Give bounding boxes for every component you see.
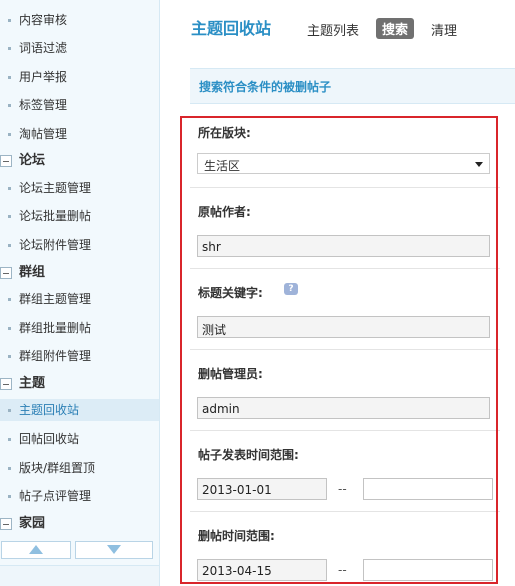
- bullet-icon: [8, 19, 11, 22]
- sidebar-footer: [0, 565, 159, 586]
- collapse-icon[interactable]: [0, 267, 12, 279]
- sidebar-item-comment-manage[interactable]: 帖子点评管理: [0, 485, 159, 507]
- bullet-icon: [8, 409, 11, 412]
- page-title: 主题回收站: [191, 19, 272, 38]
- sidebar-item-group-batch-delete[interactable]: 群组批量删帖: [0, 317, 159, 339]
- scroll-up-button[interactable]: [1, 541, 71, 559]
- collapse-icon[interactable]: [0, 518, 12, 530]
- arrow-up-icon: [29, 545, 43, 554]
- sidebar-item-forum-batch-delete[interactable]: 论坛批量删帖: [0, 205, 159, 227]
- bullet-icon: [8, 133, 11, 136]
- sidebar-group-forum[interactable]: 论坛: [0, 150, 159, 172]
- collapse-icon[interactable]: [0, 155, 12, 167]
- bullet-icon: [8, 47, 11, 50]
- section-header: 搜索符合条件的被删帖子: [190, 68, 515, 104]
- collapse-icon[interactable]: [0, 378, 12, 390]
- sidebar-item-reply-recycle[interactable]: 回帖回收站: [0, 428, 159, 450]
- tab-cleanup[interactable]: 清理: [431, 20, 457, 39]
- sidebar-group-thread[interactable]: 主题: [0, 373, 159, 395]
- sidebar-item-tag-manage[interactable]: 标签管理: [0, 94, 159, 116]
- sidebar-item-user-report[interactable]: 用户举报: [0, 66, 159, 88]
- tab-thread-list[interactable]: 主题列表: [307, 20, 359, 39]
- bullet-icon: [8, 76, 11, 79]
- arrow-down-icon: [107, 545, 121, 554]
- bullet-icon: [8, 187, 11, 190]
- sidebar-item-group-attachment[interactable]: 群组附件管理: [0, 345, 159, 367]
- scroll-down-button[interactable]: [75, 541, 153, 559]
- sidebar-item-forum-attachment[interactable]: 论坛附件管理: [0, 234, 159, 256]
- bullet-icon: [8, 327, 11, 330]
- sidebar-item-content-review[interactable]: 内容审核: [0, 9, 159, 31]
- sidebar-item-group-thread-manage[interactable]: 群组主题管理: [0, 288, 159, 310]
- bullet-icon: [8, 467, 11, 470]
- highlight-box: [180, 116, 498, 584]
- sidebar-group-group[interactable]: 群组: [0, 262, 159, 284]
- sidebar-item-stick[interactable]: 版块/群组置顶: [0, 457, 159, 479]
- sidebar-item-forum-thread-manage[interactable]: 论坛主题管理: [0, 177, 159, 199]
- sidebar-group-home[interactable]: 家园: [0, 513, 159, 535]
- sidebar-item-thread-recycle[interactable]: 主题回收站: [0, 399, 159, 421]
- bullet-icon: [8, 244, 11, 247]
- bullet-icon: [8, 215, 11, 218]
- bullet-icon: [8, 438, 11, 441]
- bullet-icon: [8, 355, 11, 358]
- sidebar-item-word-filter[interactable]: 词语过滤: [0, 37, 159, 59]
- bullet-icon: [8, 298, 11, 301]
- bullet-icon: [8, 495, 11, 498]
- bullet-icon: [8, 104, 11, 107]
- sidebar: 内容审核 词语过滤 用户举报 标签管理 淘帖管理 论坛 论坛主题管理 论坛批量删…: [0, 0, 160, 586]
- section-title: 搜索符合条件的被删帖子: [199, 80, 332, 94]
- tab-search[interactable]: 搜索: [376, 18, 415, 39]
- sidebar-item-collection-manage[interactable]: 淘帖管理: [0, 123, 159, 145]
